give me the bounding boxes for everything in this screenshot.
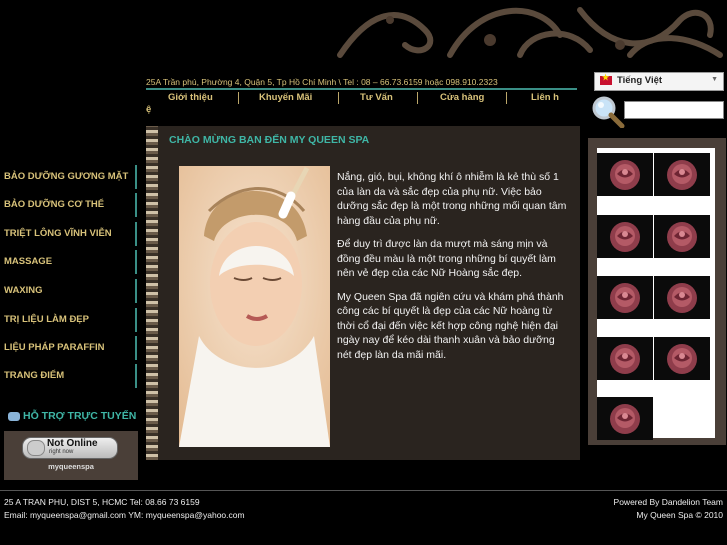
rose-icon[interactable] bbox=[654, 215, 710, 258]
rose-icon[interactable] bbox=[597, 215, 653, 258]
language-select[interactable]: Tiếng Việt ▼ bbox=[594, 72, 724, 91]
header-address: 25A Trần phú, Phường 4, Quận 5, Tp Hồ Ch… bbox=[146, 77, 498, 87]
support-username: myqueenspa bbox=[48, 462, 94, 471]
nav-gioi-thieu[interactable]: Giới thiệu bbox=[168, 92, 213, 103]
footer-divider bbox=[0, 490, 727, 491]
nav-divider bbox=[238, 92, 239, 104]
rose-icon[interactable] bbox=[597, 153, 653, 196]
footer-powered-by: Powered By Dandelion Team bbox=[613, 497, 723, 507]
status-text: Not Online bbox=[47, 438, 98, 449]
top-nav: Giới thiệu Khuyến Mãi Tư Vấn Cửa hàng Li… bbox=[146, 88, 577, 116]
sidebar-item-massage[interactable]: MASSAGE bbox=[0, 250, 137, 274]
language-label: Tiếng Việt bbox=[617, 75, 663, 86]
paragraph: My Queen Spa đã ngiên cứu và khám phá th… bbox=[337, 290, 564, 361]
paragraph: Để duy trì được làn da mượt mà sáng mịn … bbox=[337, 238, 556, 279]
sidebar-item-trang-diem[interactable]: TRANG ĐIỂM bbox=[0, 364, 137, 388]
rose-icon[interactable] bbox=[654, 153, 710, 196]
nav-khuyen-mai[interactable]: Khuyến Mãi bbox=[259, 92, 312, 103]
messenger-status-button[interactable]: Not Online right now bbox=[22, 437, 118, 459]
nav-divider bbox=[338, 92, 339, 104]
page-title: CHÀO MỪNG BẠN ĐẾN MY QUEEN SPA bbox=[169, 134, 370, 146]
article-body: Nắng, gió, bụi, không khí ô nhiễm là kẻ … bbox=[337, 170, 571, 371]
sidebar-item-paraffin[interactable]: LIỆU PHÁP PARAFFIN bbox=[0, 336, 137, 360]
nav-lien-he[interactable]: Liên h bbox=[531, 92, 559, 103]
chevron-down-icon: ▼ bbox=[711, 76, 718, 83]
search-input[interactable] bbox=[624, 101, 724, 119]
decorative-border bbox=[146, 126, 158, 460]
vietnam-flag-icon bbox=[600, 73, 612, 85]
rose-icon[interactable] bbox=[597, 337, 653, 380]
nav-cua-hang[interactable]: Cửa hàng bbox=[440, 92, 484, 103]
footer-address: 25 A TRAN PHU, DIST 5, HCMC Tel: 08.66 7… bbox=[4, 497, 200, 507]
sidebar-item-triet-long[interactable]: TRIỆT LÔNG VĨNH VIỄN bbox=[0, 222, 137, 246]
nav-lien-he-wrap[interactable]: ệ bbox=[146, 104, 151, 115]
support-heading: HỖ TRỢ TRỰC TUYẾN bbox=[8, 410, 136, 422]
nav-divider bbox=[417, 92, 418, 104]
header-ornament bbox=[337, 7, 723, 58]
footer-copyright: My Queen Spa © 2010 bbox=[636, 510, 723, 520]
rose-icon[interactable] bbox=[654, 337, 710, 380]
status-subtext: right now bbox=[49, 449, 74, 455]
footer-contact: Email: myqueenspa@gmail.com YM: myqueens… bbox=[4, 510, 245, 520]
chat-icon bbox=[8, 411, 20, 421]
search-icon[interactable] bbox=[591, 96, 625, 128]
support-title-text: HỖ TRỢ TRỰC TUYẾN bbox=[23, 410, 137, 422]
rose-icon[interactable] bbox=[597, 276, 653, 319]
spa-facial-photo bbox=[179, 166, 330, 447]
rose-icon[interactable] bbox=[597, 397, 653, 440]
sidebar-item-waxing[interactable]: WAXING bbox=[0, 279, 137, 303]
rose-icon[interactable] bbox=[654, 276, 710, 319]
sidebar-item-bao-duong-guong-mat[interactable]: BẢO DƯỠNG GƯƠNG MẶT bbox=[0, 165, 137, 189]
sidebar-item-tri-lieu[interactable]: TRỊ LIỆU LÀM ĐẸP bbox=[0, 308, 137, 332]
paragraph: Nắng, gió, bụi, không khí ô nhiễm là kẻ … bbox=[337, 171, 567, 227]
nav-tu-van[interactable]: Tư Vấn bbox=[360, 92, 393, 103]
nav-divider bbox=[506, 92, 507, 104]
messenger-status-icon bbox=[27, 440, 45, 456]
sidebar-item-bao-duong-co-the[interactable]: BẢO DƯỠNG CƠ THỂ bbox=[0, 193, 137, 217]
